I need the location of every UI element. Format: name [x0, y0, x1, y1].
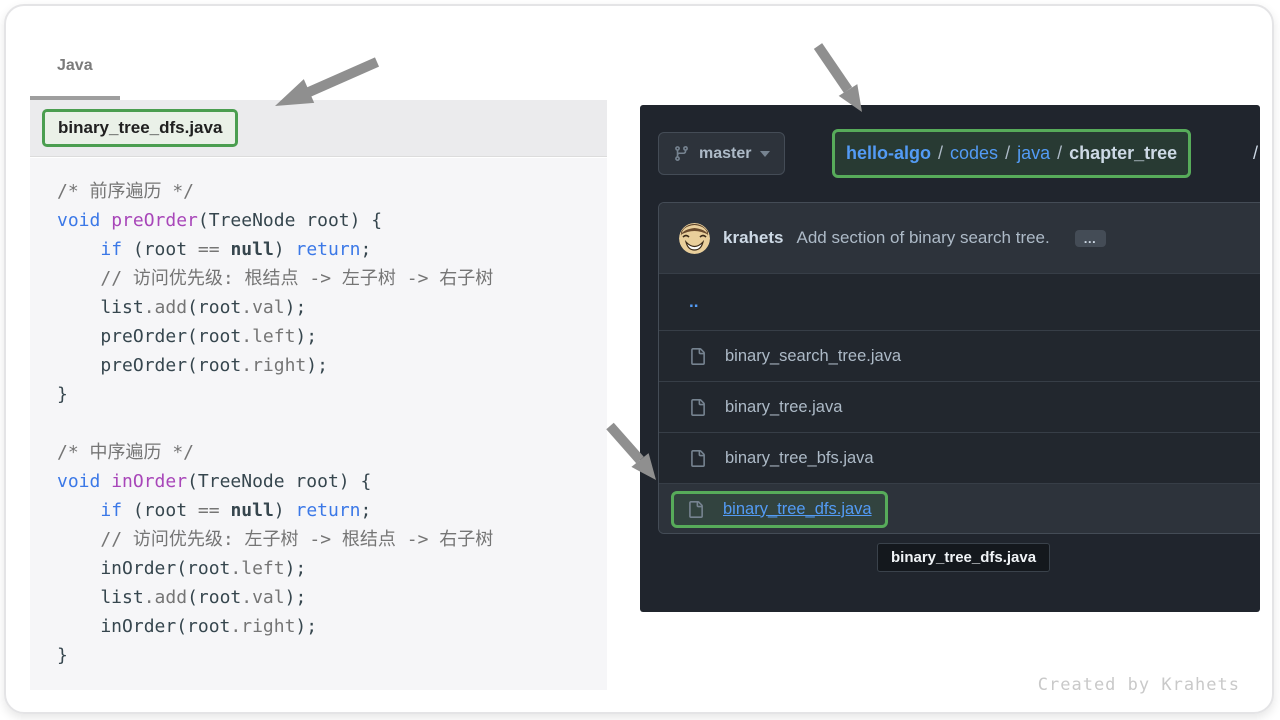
code-line: // 访问优先级: 根结点 -> 左子树 -> 右子树 — [57, 264, 607, 293]
breadcrumb-separator: / — [998, 143, 1017, 163]
file-list: .. binary_search_tree.java binary_tree.jav… — [659, 273, 1260, 534]
file-row-binary_search_tree.java[interactable]: binary_search_tree.java — [659, 330, 1260, 381]
file-tooltip: binary_tree_dfs.java — [877, 543, 1050, 572]
file-name[interactable]: binary_search_tree.java — [725, 347, 901, 366]
chevron-down-icon — [760, 151, 770, 157]
parent-directory-link[interactable]: .. — [689, 292, 698, 312]
breadcrumb-segment-java[interactable]: java — [1017, 143, 1050, 163]
code-lines: /* 前序遍历 */void preOrder(TreeNode root) {… — [57, 177, 607, 670]
commit-message[interactable]: Add section of binary search tree. — [796, 228, 1049, 248]
code-line: list.add(root.val); — [57, 293, 607, 322]
code-line: inOrder(root.right); — [57, 612, 607, 641]
code-line: /* 前序遍历 */ — [57, 177, 607, 206]
file-table: krahets Add section of binary search tre… — [658, 202, 1260, 534]
code-line: } — [57, 380, 607, 409]
commit-ellipsis-button[interactable]: … — [1075, 230, 1106, 247]
code-line: // 访问优先级: 左子树 -> 根结点 -> 右子树 — [57, 525, 607, 554]
file-row-binary_tree_dfs.java[interactable]: binary_tree_dfs.java — [659, 483, 1260, 534]
breadcrumb-segment-hello-algo[interactable]: hello-algo — [846, 143, 931, 163]
code-line: if (root == null) return; — [57, 235, 607, 264]
commit-author[interactable]: krahets — [723, 228, 783, 248]
avatar[interactable] — [679, 223, 710, 254]
code-line: list.add(root.val); — [57, 583, 607, 612]
file-icon — [687, 501, 704, 518]
parent-directory-row: .. — [659, 273, 1260, 330]
breadcrumb: hello-algo/codes/java/chapter_tree — [846, 143, 1177, 164]
code-line: /* 中序遍历 */ — [57, 438, 607, 467]
code-title-bar: binary_tree_dfs.java — [30, 100, 607, 157]
code-line: preOrder(root.right); — [57, 351, 607, 380]
file-row-binary_tree.java[interactable]: binary_tree.java — [659, 381, 1260, 432]
breadcrumb-separator: / — [931, 143, 950, 163]
breadcrumb-segment-chapter_tree: chapter_tree — [1069, 143, 1177, 163]
code-block: /* 前序遍历 */void preOrder(TreeNode root) {… — [30, 158, 607, 690]
breadcrumb-segment-codes[interactable]: codes — [950, 143, 998, 163]
file-name[interactable]: binary_tree_bfs.java — [725, 449, 874, 468]
code-line: if (root == null) return; — [57, 496, 607, 525]
code-line: void preOrder(TreeNode root) { — [57, 206, 607, 235]
file-row-highlight: binary_tree_dfs.java — [671, 491, 888, 528]
branch-selector-label: master — [699, 145, 751, 163]
breadcrumb-trailing-slash: / — [1253, 143, 1258, 164]
breadcrumb-separator: / — [1050, 143, 1069, 163]
code-line: void inOrder(TreeNode root) { — [57, 467, 607, 496]
tab-java[interactable]: Java — [57, 57, 93, 75]
code-line: preOrder(root.left); — [57, 322, 607, 351]
code-file-title-highlight: binary_tree_dfs.java — [42, 109, 238, 147]
code-line: inOrder(root.left); — [57, 554, 607, 583]
breadcrumb-highlight: hello-algo/codes/java/chapter_tree — [832, 129, 1191, 178]
code-line: } — [57, 641, 607, 670]
latest-commit-row: krahets Add section of binary search tre… — [659, 203, 1260, 273]
file-row-binary_tree_bfs.java[interactable]: binary_tree_bfs.java — [659, 432, 1260, 483]
file-name[interactable]: binary_tree_dfs.java — [723, 500, 872, 519]
credit-text: Created by Krahets — [1038, 675, 1240, 695]
branch-selector-button[interactable]: master — [658, 132, 785, 175]
code-line — [57, 409, 607, 438]
file-icon — [689, 450, 706, 467]
file-icon — [689, 348, 706, 365]
github-file-browser: master hello-algo/codes/java/chapter_tre… — [640, 105, 1260, 612]
file-icon — [689, 399, 706, 416]
file-name[interactable]: binary_tree.java — [725, 398, 842, 417]
git-branch-icon — [673, 145, 690, 162]
